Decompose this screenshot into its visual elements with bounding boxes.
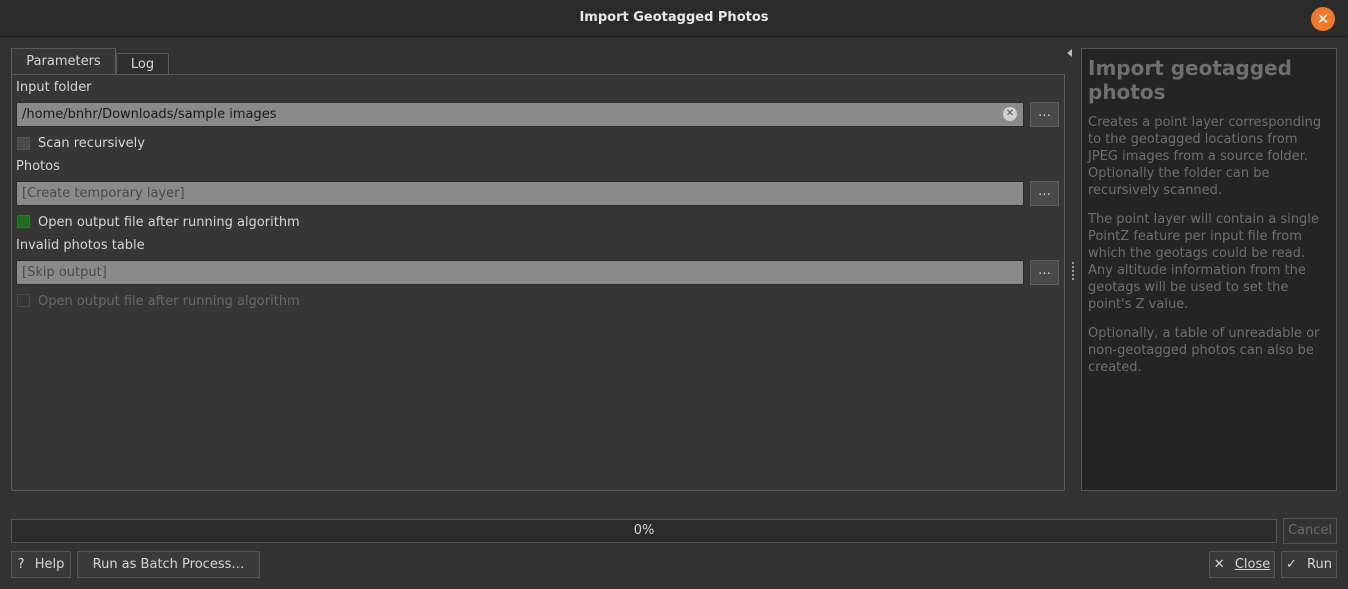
window-close-icon[interactable]: ✕ <box>1311 7 1335 31</box>
open-output-label: Open output file after running algorithm <box>38 215 300 230</box>
close-button-label: Close <box>1234 557 1271 572</box>
tab-parameters[interactable]: Parameters <box>11 48 116 75</box>
cancel-button[interactable]: Cancel <box>1283 518 1337 544</box>
open-output-checkbox[interactable] <box>17 215 30 228</box>
collapse-help-icon[interactable] <box>1067 49 1072 57</box>
tab-log-label: Log <box>130 57 155 72</box>
help-paragraph-3: Optionally, a table of unreadable or non… <box>1088 326 1320 375</box>
input-folder-browse-button[interactable]: … <box>1030 102 1059 127</box>
invalid-photos-browse-button[interactable]: … <box>1030 260 1059 285</box>
help-icon: ? <box>17 557 25 572</box>
run-button-label: Run <box>1307 557 1332 572</box>
clear-icon[interactable]: ✕ <box>1003 107 1017 121</box>
title-bar: Import Geotagged Photos ✕ <box>0 0 1348 37</box>
open-invalid-output-label: Open output file after running algorithm <box>38 294 300 309</box>
help-title: Import geotagged photos <box>1088 56 1292 104</box>
help-button-label: Help <box>34 557 65 572</box>
run-button[interactable]: ✓ Run <box>1281 551 1337 578</box>
open-invalid-output-checkbox <box>17 294 30 307</box>
progress-text: 0% <box>633 523 655 538</box>
checkmark-icon: ✓ <box>1286 557 1297 572</box>
window-title: Import Geotagged Photos <box>579 10 769 25</box>
help-paragraph-2: The point layer will contain a single Po… <box>1088 212 1319 312</box>
input-folder-field[interactable]: /home/bnhr/Downloads/sample images <box>16 102 1024 127</box>
invalid-photos-table-field[interactable]: [Skip output] <box>16 260 1024 285</box>
photos-label: Photos <box>16 159 60 174</box>
close-button[interactable]: ✕ Close <box>1209 551 1275 578</box>
help-panel: Import geotagged photos Creates a point … <box>1081 48 1337 491</box>
close-icon: ✕ <box>1213 557 1225 572</box>
run-as-batch-button[interactable]: Run as Batch Process… <box>77 551 260 578</box>
scan-recursively-label: Scan recursively <box>38 136 145 151</box>
scan-recursively-checkbox[interactable] <box>17 137 30 150</box>
input-folder-label: Input folder <box>16 80 92 95</box>
splitter-handle[interactable] <box>1072 262 1075 280</box>
photos-browse-button[interactable]: … <box>1030 181 1059 206</box>
tab-log[interactable]: Log <box>116 53 169 75</box>
photos-output-field[interactable]: [Create temporary layer] <box>16 181 1024 206</box>
invalid-photos-table-label: Invalid photos table <box>16 238 145 253</box>
progress-bar: 0% <box>11 519 1277 543</box>
help-paragraph-1: Creates a point layer corresponding to t… <box>1088 115 1322 198</box>
tab-parameters-label: Parameters <box>26 54 101 69</box>
help-button[interactable]: ? Help <box>11 551 71 578</box>
